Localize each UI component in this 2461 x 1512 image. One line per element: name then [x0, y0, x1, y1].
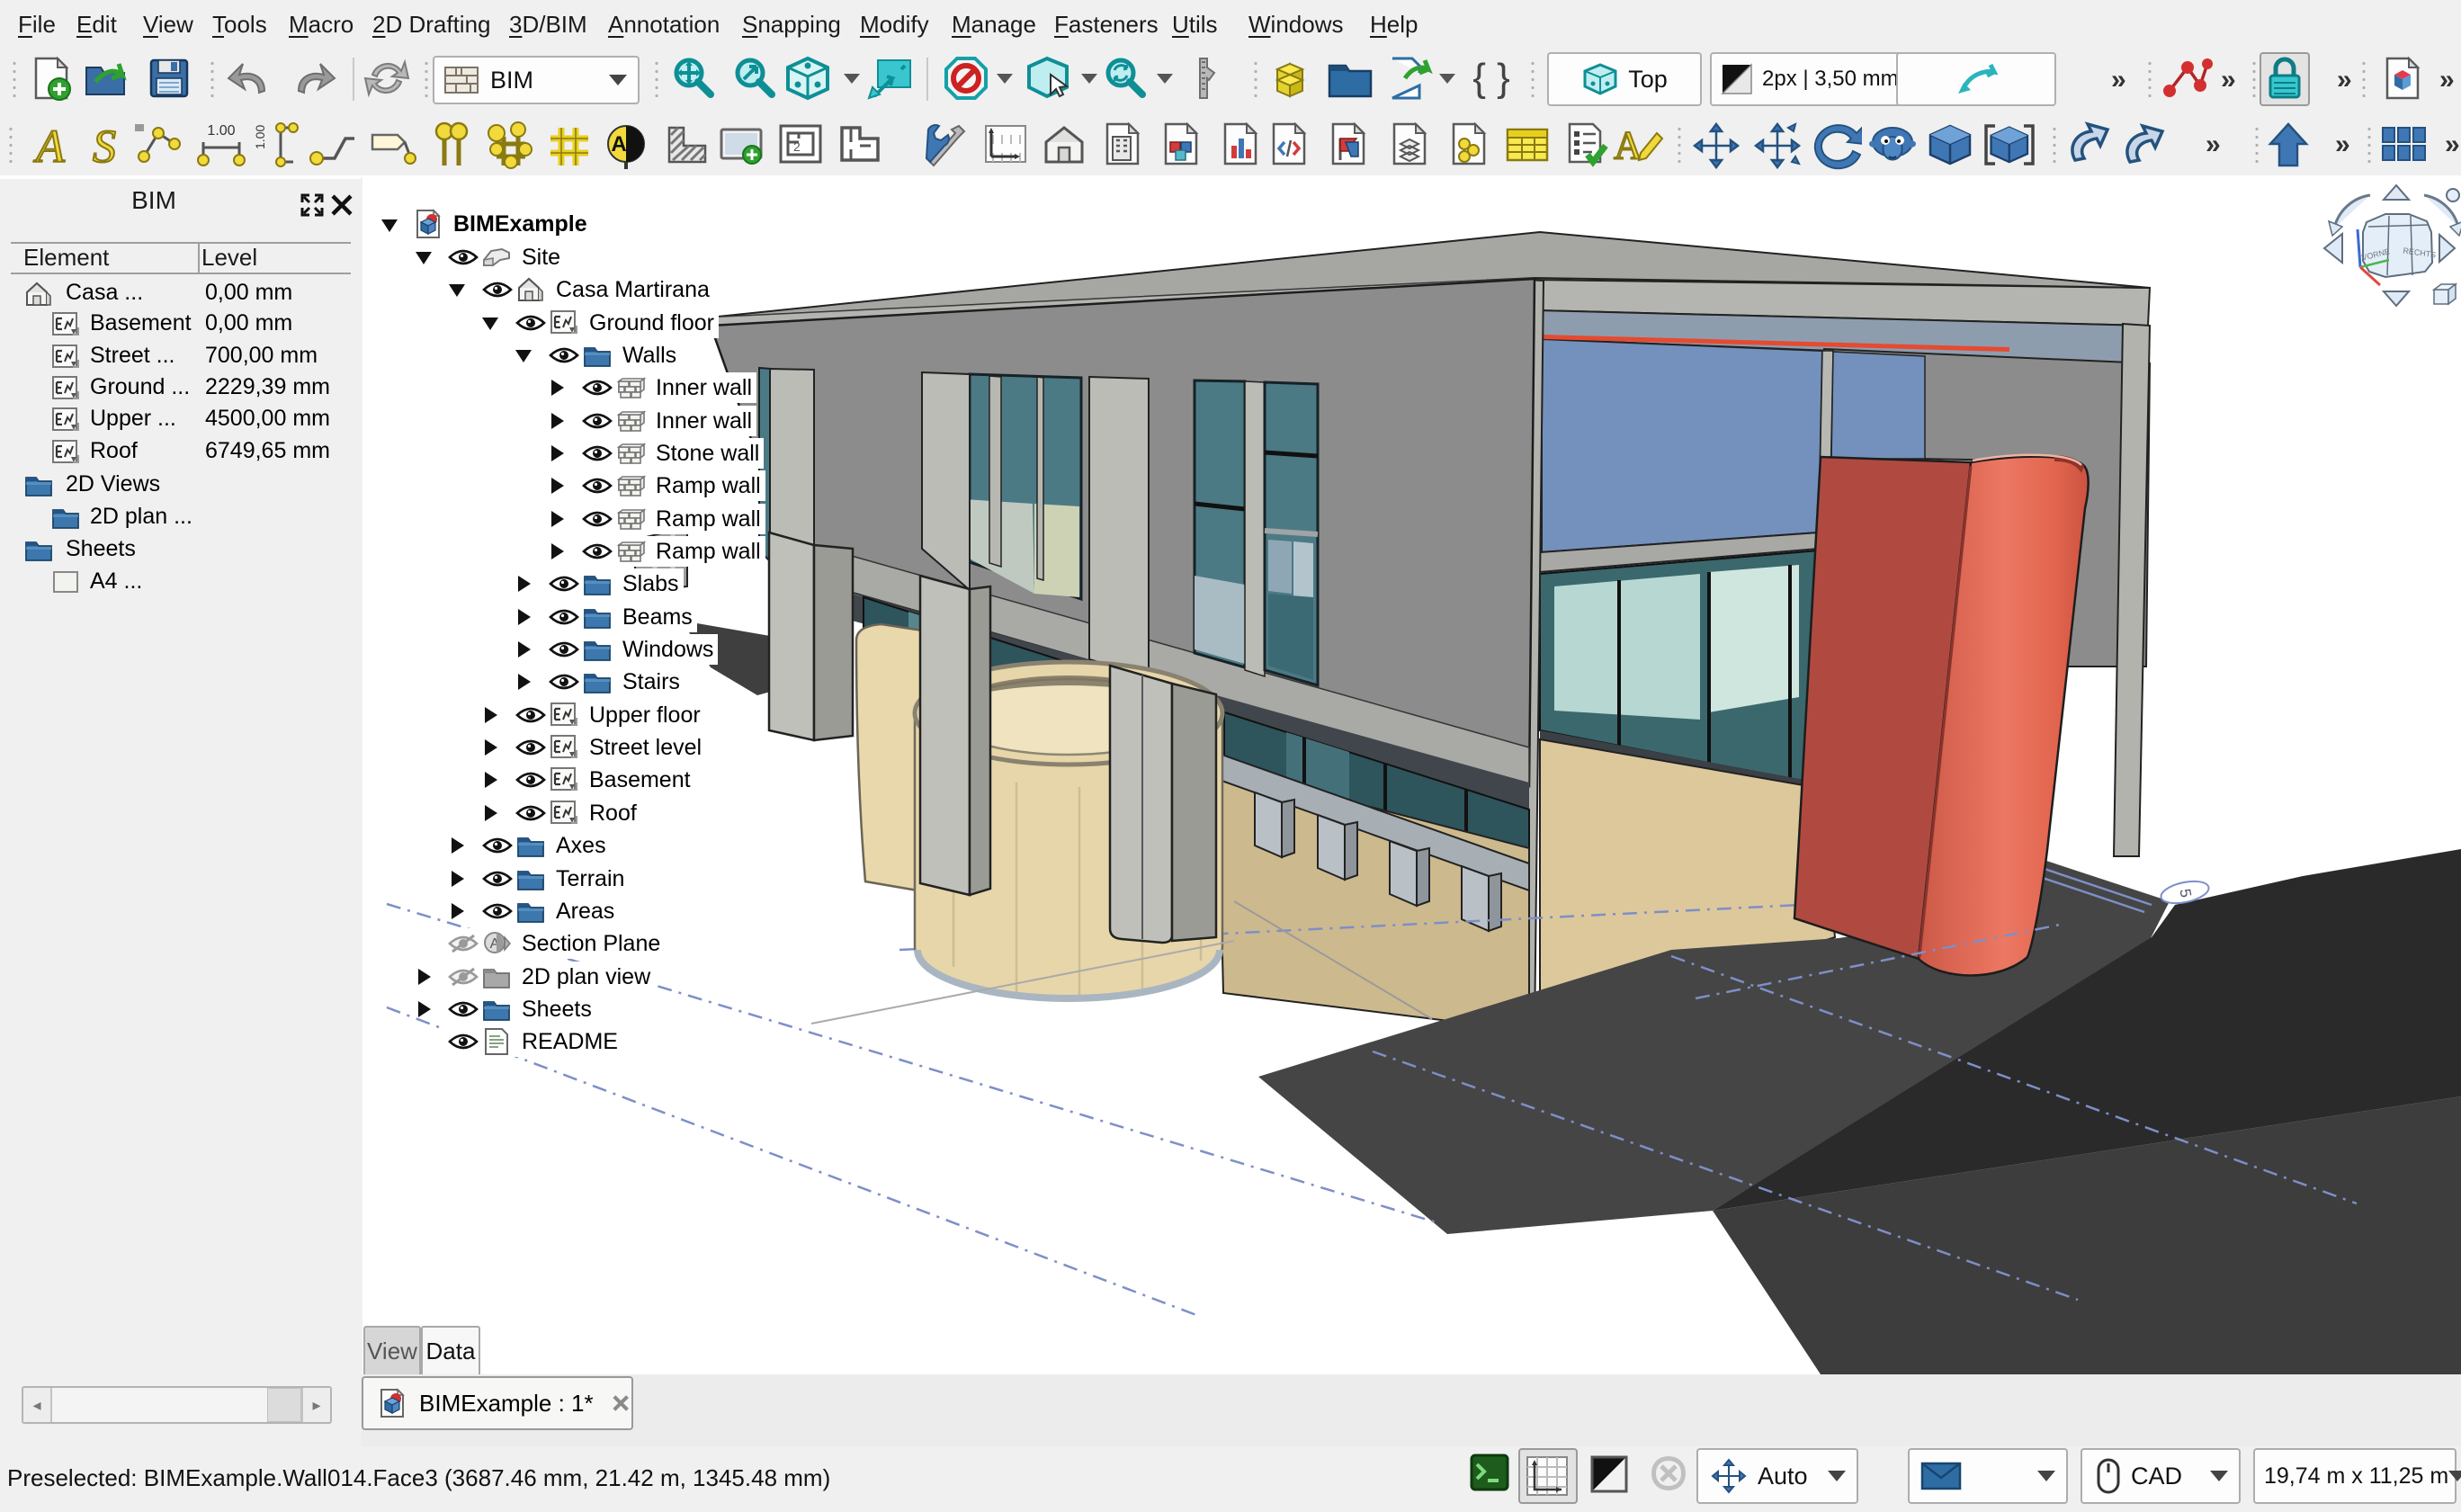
svg-text:A: A — [33, 121, 65, 173]
svg-text:A: A — [611, 132, 626, 157]
svg-text:{ }: { } — [1472, 56, 1510, 100]
svg-text:S: S — [93, 121, 116, 173]
svg-text:2: 2 — [793, 139, 801, 154]
svg-text:1.00: 1.00 — [254, 125, 267, 149]
svg-text:1.00: 1.00 — [207, 123, 235, 139]
